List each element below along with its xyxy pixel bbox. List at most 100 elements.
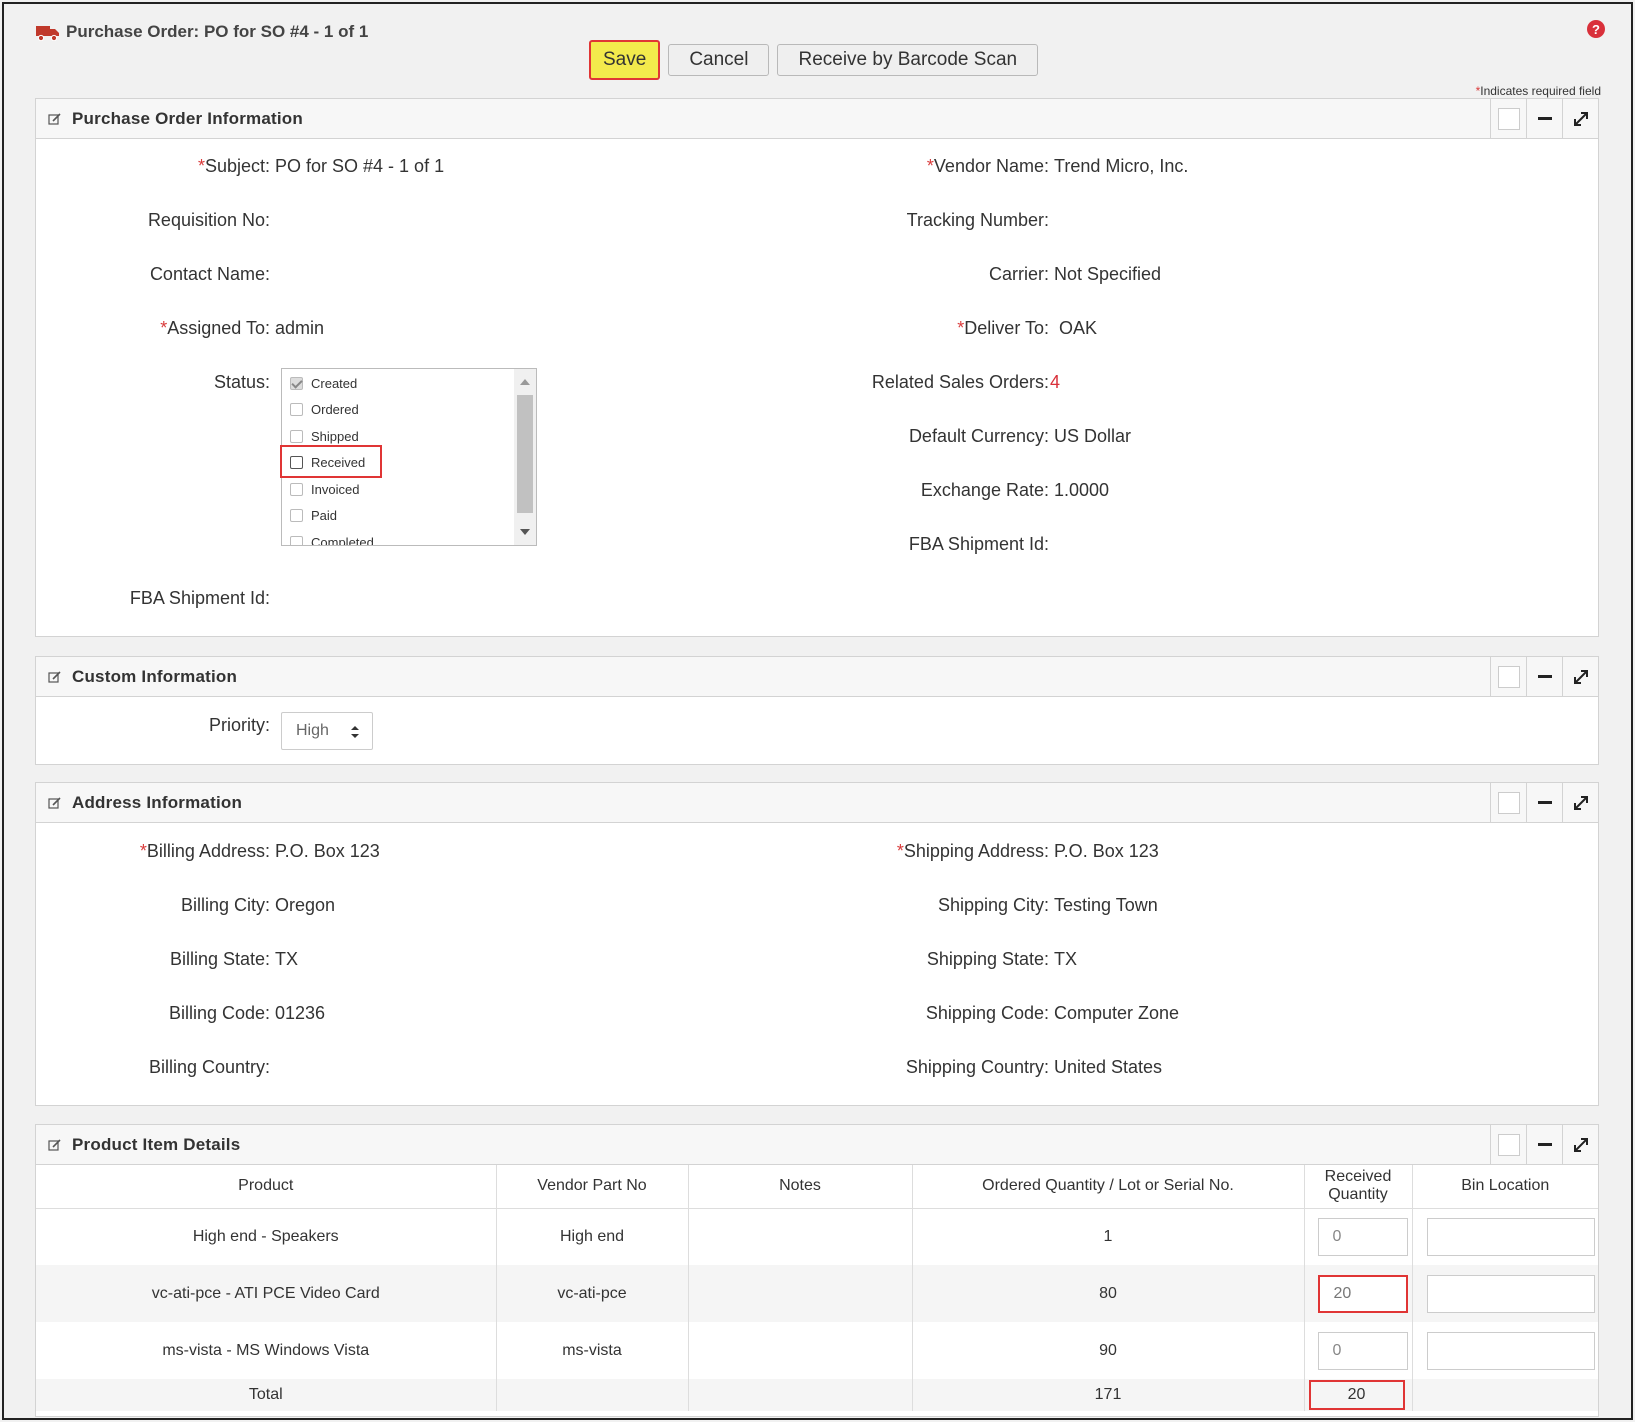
field-deliver-to: *Deliver To: OAK [957, 318, 1098, 339]
table-total-row: Total 171 20 [36, 1379, 1598, 1411]
field-contact: Contact Name: [149, 264, 270, 284]
select-arrows-icon [351, 726, 359, 738]
field-shipping-code: Shipping Code: Computer Zone [925, 1003, 1180, 1023]
field-fba-right: FBA Shipment Id: [908, 534, 1049, 554]
status-option-completed[interactable]: Completed [290, 535, 374, 545]
panel-toggle-checkbox[interactable] [1490, 783, 1526, 822]
minimize-icon[interactable] [1526, 657, 1562, 696]
received-highlight [280, 445, 382, 478]
panel-toggle-checkbox[interactable] [1490, 99, 1526, 138]
carrier-value[interactable]: Not Specified [1054, 264, 1161, 285]
bin-location-input[interactable] [1426, 1274, 1595, 1313]
panel-header: Purchase Order Information [36, 99, 1598, 139]
col-vendor-part: Vendor Part No [496, 1165, 689, 1208]
table-row: High end - Speakers High end 1 0 [36, 1208, 1598, 1265]
table-row: ms-vista - MS Windows Vista ms-vista 90 … [36, 1322, 1598, 1379]
status-option-shipped[interactable]: Shipped [290, 429, 359, 444]
total-ordered: 171 [912, 1379, 1305, 1411]
help-icon[interactable]: ? [1587, 20, 1605, 38]
panel-title: Address Information [72, 792, 243, 812]
panel-purchase-order-info: Purchase Order Information [35, 98, 1599, 637]
subject-value[interactable]: PO for SO #4 - 1 of 1 [275, 156, 444, 177]
field-shipping-country: Shipping Country: United States [905, 1057, 1163, 1077]
panel-toggle-checkbox[interactable] [1490, 1125, 1526, 1164]
expand-icon[interactable] [1562, 657, 1598, 696]
minimize-icon[interactable] [1526, 783, 1562, 822]
edit-icon[interactable] [48, 670, 62, 684]
received-qty-input[interactable]: 20 [1317, 1274, 1408, 1313]
col-ordered-qty: Ordered Quantity / Lot or Serial No. [912, 1165, 1305, 1208]
field-exchange-rate: Exchange Rate: 1.0000 [920, 480, 1110, 501]
checkbox-completed[interactable] [290, 536, 303, 545]
checkbox-invoiced[interactable] [290, 483, 303, 496]
edit-icon[interactable] [48, 796, 62, 810]
deliver-value[interactable]: OAK [1059, 318, 1097, 339]
assigned-value[interactable]: admin [275, 318, 324, 339]
field-billing-city: Billing City: Oregon [180, 895, 336, 915]
field-shipping-address: *Shipping Address: P.O. Box 123 [896, 841, 1159, 861]
page-header: Purchase Order: PO for SO #4 - 1 of 1 [36, 22, 368, 42]
scroll-down-icon[interactable] [520, 529, 530, 535]
field-billing-code: Billing Code: 01236 [168, 1003, 326, 1023]
related-sales-order-link[interactable]: 4 [1050, 372, 1060, 393]
toolbar: Save Cancel Receive by Barcode Scan [589, 40, 1039, 80]
field-assigned-to: *Assigned To: admin [160, 318, 325, 339]
minimize-icon[interactable] [1526, 99, 1562, 138]
field-billing-state: Billing State: TX [169, 949, 299, 969]
panel-tools [1490, 783, 1598, 822]
bin-location-input[interactable] [1426, 1217, 1595, 1256]
field-status: Status: [213, 372, 270, 392]
panel-tools [1490, 99, 1598, 138]
required-note: *Indicates required field [1475, 84, 1601, 98]
status-scrollbar[interactable] [514, 369, 536, 545]
total-received: 20 [1308, 1380, 1405, 1410]
field-shipping-state: Shipping State: TX [926, 949, 1078, 969]
edit-icon[interactable] [48, 112, 62, 126]
status-option-paid[interactable]: Paid [290, 508, 337, 523]
panel-title: Custom Information [72, 666, 238, 686]
total-label: Total [36, 1379, 497, 1411]
field-vendor: *Vendor Name: Trend Micro, Inc. [926, 156, 1189, 177]
checkbox-created[interactable] [290, 377, 303, 390]
received-qty-input[interactable]: 0 [1317, 1217, 1408, 1256]
field-currency: Default Currency: US Dollar [908, 426, 1132, 447]
panel-header: Product Item Details [36, 1125, 1598, 1165]
panel-title: Purchase Order Information [72, 108, 303, 128]
status-option-created[interactable]: Created [290, 376, 357, 391]
status-option-ordered[interactable]: Ordered [290, 402, 359, 417]
expand-icon[interactable] [1562, 783, 1598, 822]
page-title: Purchase Order: PO for SO #4 - 1 of 1 [66, 22, 369, 41]
field-carrier: Carrier: Not Specified [988, 264, 1162, 285]
receive-barcode-button[interactable]: Receive by Barcode Scan [777, 44, 1039, 76]
expand-icon[interactable] [1562, 1125, 1598, 1164]
table-row: vc-ati-pce - ATI PCE Video Card vc-ati-p… [36, 1265, 1598, 1322]
checkbox-paid[interactable] [290, 509, 303, 522]
panel-custom-info: Custom Information [35, 656, 1599, 765]
panel-product-items: Product Item Details Product Vendor Part… [35, 1124, 1599, 1417]
checkbox-shipped[interactable] [290, 430, 303, 443]
panel-toggle-checkbox[interactable] [1490, 657, 1526, 696]
currency-value[interactable]: US Dollar [1054, 426, 1131, 447]
exchange-value[interactable]: 1.0000 [1054, 480, 1109, 501]
minimize-icon[interactable] [1526, 1125, 1562, 1164]
scroll-up-icon[interactable] [520, 379, 530, 385]
field-tracking: Tracking Number: [906, 210, 1049, 230]
save-button[interactable]: Save [589, 40, 661, 80]
scroll-thumb[interactable] [517, 395, 533, 513]
expand-icon[interactable] [1562, 99, 1598, 138]
priority-select[interactable]: High [281, 712, 373, 750]
field-subject: *Subject: PO for SO #4 - 1 of 1 [197, 156, 445, 177]
app-frame: Purchase Order: PO for SO #4 - 1 of 1 ? … [2, 2, 1633, 1420]
cancel-button[interactable]: Cancel [668, 44, 770, 76]
bin-location-input[interactable] [1426, 1331, 1595, 1370]
received-qty-input[interactable]: 0 [1317, 1331, 1408, 1370]
field-shipping-city: Shipping City: Testing Town [937, 895, 1158, 915]
edit-icon[interactable] [48, 1138, 62, 1152]
panel-tools [1490, 657, 1598, 696]
field-priority: Priority: [208, 715, 270, 735]
panel-header: Custom Information [36, 657, 1598, 697]
status-option-invoiced[interactable]: Invoiced [290, 482, 359, 497]
checkbox-ordered[interactable] [290, 403, 303, 416]
panel-tools [1490, 1125, 1598, 1164]
vendor-value[interactable]: Trend Micro, Inc. [1054, 156, 1188, 177]
